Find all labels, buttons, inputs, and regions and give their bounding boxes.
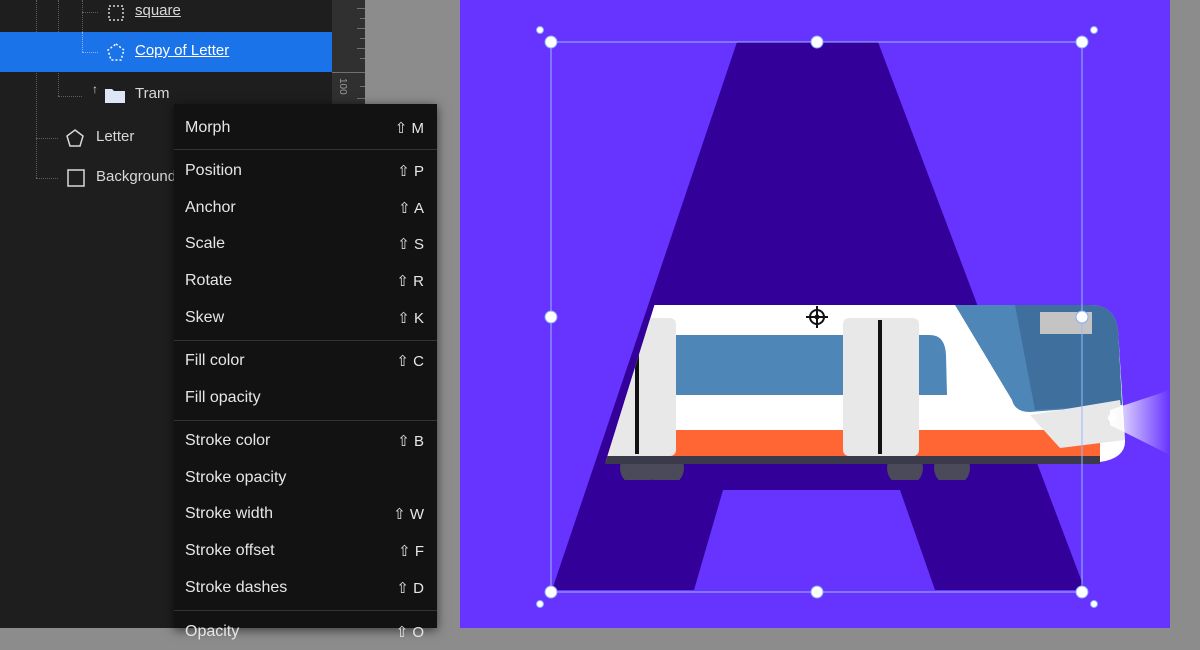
menu-item-rotate[interactable]: Rotate ⇧ R xyxy=(174,263,437,299)
artwork xyxy=(536,26,1170,608)
menu-item-stroke-width[interactable]: Stroke width ⇧ W xyxy=(174,496,437,532)
menu-item-fill-color[interactable]: Fill color ⇧ C xyxy=(174,343,437,379)
menu-item-shortcut: ⇧ C xyxy=(396,353,424,370)
menu-item-stroke-opacity[interactable]: Stroke opacity xyxy=(174,460,437,496)
tree-line xyxy=(82,52,98,53)
menu-item-label: Stroke color xyxy=(185,432,271,449)
menu-item-label: Skew xyxy=(185,309,225,326)
layer-label: Background xyxy=(96,168,177,185)
menu-item-shortcut: ⇧ F xyxy=(398,543,424,560)
menu-item-anchor[interactable]: Anchor ⇧ A xyxy=(174,190,437,226)
tree-line xyxy=(82,32,83,52)
square-dashed-icon xyxy=(108,5,124,25)
menu-item-stroke-dashes[interactable]: Stroke dashes ⇧ D xyxy=(174,570,437,606)
menu-item-shortcut: ⇧ O xyxy=(395,624,424,641)
menu-separator xyxy=(174,610,437,611)
ruler-tick xyxy=(360,58,365,59)
menu-item-label: Scale xyxy=(185,235,226,252)
menu-item-shortcut: ⇧ W xyxy=(393,506,424,523)
menu-item-skew[interactable]: Skew ⇧ K xyxy=(174,300,437,336)
menu-item-shortcut: ⇧ R xyxy=(396,273,424,290)
pentagon-dashed-icon xyxy=(106,42,126,66)
menu-item-shortcut: ⇧ A xyxy=(398,200,424,217)
folder-icon xyxy=(104,86,126,108)
menu-separator xyxy=(174,420,437,421)
ruler-tick xyxy=(360,38,365,39)
layer-label: Letter xyxy=(96,128,135,145)
layer-label: Copy of Letter xyxy=(135,42,230,59)
layer-label: square xyxy=(135,2,181,19)
menu-item-label: Position xyxy=(185,162,242,179)
menu-item-fill-opacity[interactable]: Fill opacity xyxy=(174,380,437,416)
menu-item-stroke-offset[interactable]: Stroke offset ⇧ F xyxy=(174,533,437,569)
menu-item-morph[interactable]: Morph ⇧ M xyxy=(174,110,437,146)
ruler-tick xyxy=(360,18,365,19)
menu-item-opacity[interactable]: Opacity ⇧ O xyxy=(174,614,437,650)
menu-item-scale[interactable]: Scale ⇧ S xyxy=(174,226,437,262)
ruler-tick xyxy=(357,8,365,9)
layer-label: Tram xyxy=(135,85,170,102)
ruler-tick xyxy=(357,48,365,49)
ruler-label: 100 xyxy=(337,78,348,95)
menu-item-label: Stroke offset xyxy=(185,542,275,559)
expand-arrow-icon: ↑ xyxy=(92,82,98,96)
ruler-tick xyxy=(357,28,365,29)
tram-group[interactable] xyxy=(580,305,1126,486)
layer-square[interactable]: square xyxy=(0,0,332,31)
menu-item-label: Morph xyxy=(185,119,231,136)
pentagon-icon xyxy=(65,128,85,152)
menu-item-label: Stroke dashes xyxy=(185,579,288,596)
menu-item-shortcut: ⇧ P xyxy=(397,163,424,180)
context-menu: Morph ⇧ M Position ⇧ P Anchor ⇧ A Scale … xyxy=(174,104,437,641)
menu-item-label: Stroke opacity xyxy=(185,469,287,486)
menu-separator xyxy=(174,340,437,341)
menu-item-label: Anchor xyxy=(185,199,236,216)
menu-item-shortcut: ⇧ S xyxy=(397,236,424,253)
menu-item-shortcut: ⇧ K xyxy=(397,310,424,327)
menu-item-label: Stroke width xyxy=(185,505,274,522)
ruler-tick xyxy=(357,98,365,99)
menu-item-label: Opacity xyxy=(185,623,240,640)
menu-item-shortcut: ⇧ D xyxy=(396,580,424,597)
menu-item-label: Fill color xyxy=(185,352,245,369)
menu-item-shortcut: ⇧ B xyxy=(397,433,424,450)
layer-copy-of-letter[interactable]: Copy of Letter xyxy=(0,32,332,72)
menu-item-position[interactable]: Position ⇧ P xyxy=(174,153,437,189)
artboard[interactable] xyxy=(460,0,1170,628)
menu-item-label: Fill opacity xyxy=(185,389,261,406)
menu-item-label: Rotate xyxy=(185,272,233,289)
ruler-tick xyxy=(332,72,365,73)
ruler-tick xyxy=(360,86,365,87)
square-icon xyxy=(67,169,85,191)
menu-separator xyxy=(174,149,437,150)
menu-item-shortcut: ⇧ M xyxy=(394,120,424,137)
menu-item-stroke-color[interactable]: Stroke color ⇧ B xyxy=(174,423,437,459)
